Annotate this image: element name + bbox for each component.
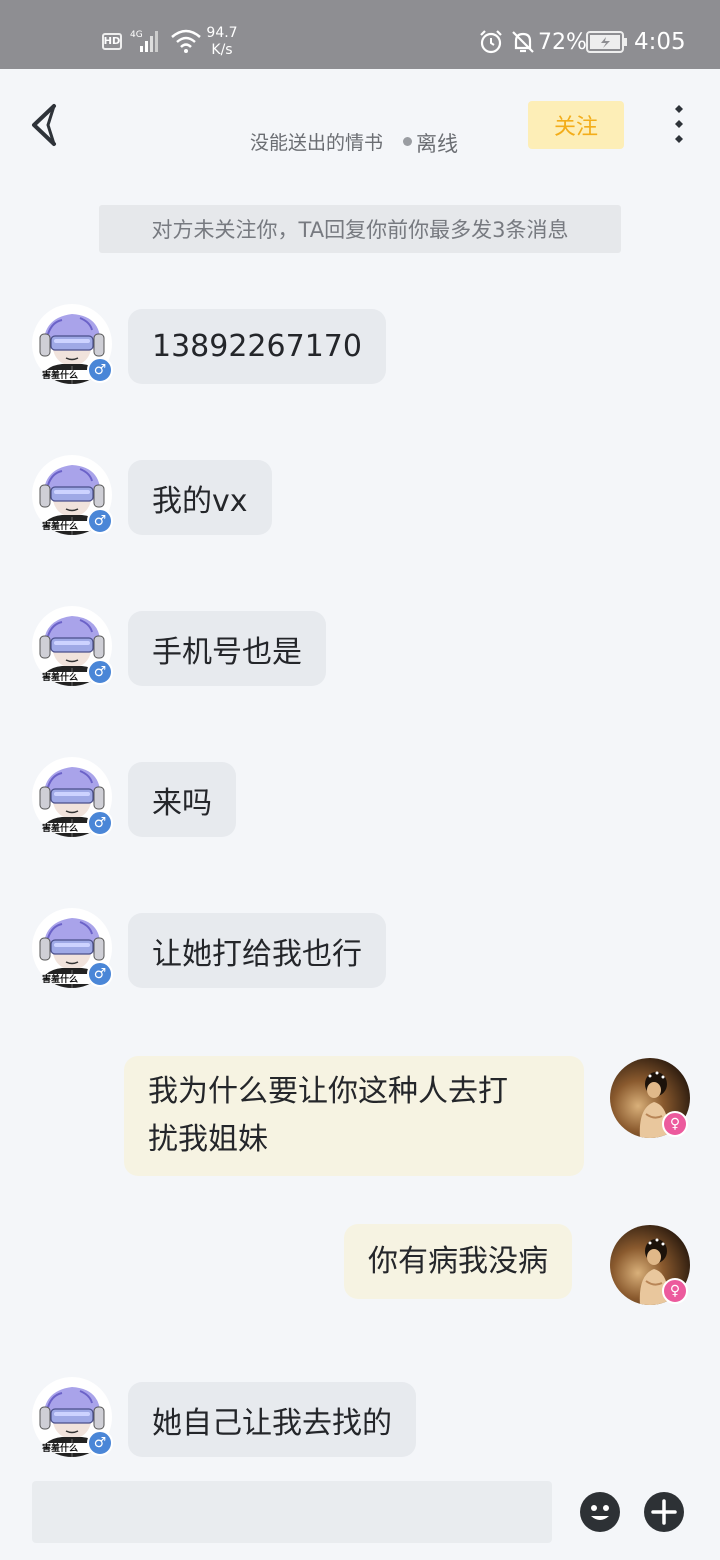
message-bubble-received[interactable]: 她自己让我去找的 (128, 1382, 416, 1457)
sender-avatar[interactable]: 害羞什么 ♂ (32, 757, 113, 837)
svg-text:害羞什么: 害羞什么 (42, 520, 78, 531)
message-bubble-received[interactable]: 让她打给我也行 (128, 913, 386, 988)
message-input[interactable] (32, 1481, 552, 1543)
smiley-icon (591, 1505, 609, 1520)
message-bubble-received[interactable]: 13892267170 (128, 309, 386, 384)
male-icon: ♂ (87, 659, 113, 685)
battery-percent: 72% (538, 29, 587, 55)
speed-value: 94.7 (206, 25, 238, 41)
male-icon: ♂ (87, 357, 113, 383)
sender-avatar[interactable]: 害羞什么 ♂ (32, 455, 113, 535)
wifi-icon (170, 28, 202, 54)
message-line: 扰我姐妹 (148, 1122, 268, 1157)
female-icon: ♀ (662, 1111, 688, 1137)
notifications-muted-icon (510, 28, 536, 56)
sender-avatar[interactable]: 害羞什么 ♂ (32, 1377, 113, 1457)
message-bubble-received[interactable]: 来吗 (128, 762, 236, 837)
battery-icon (586, 31, 628, 53)
speed-unit: K/s (211, 42, 233, 58)
emoji-button[interactable] (580, 1492, 620, 1532)
chevron-left-icon (32, 104, 56, 146)
male-icon: ♂ (87, 1430, 113, 1456)
follow-limit-notice: 对方未关注你，TA回复你前你最多发3条消息 (99, 205, 621, 253)
online-status: 离线 (416, 132, 458, 156)
male-icon: ♂ (87, 508, 113, 534)
my-avatar[interactable]: ♀ (610, 1058, 690, 1138)
svg-text:害羞什么: 害羞什么 (42, 671, 78, 682)
plus-icon (651, 1499, 677, 1525)
more-actions-button[interactable] (644, 1492, 684, 1532)
message-bubble-received[interactable]: 我的vx (128, 460, 272, 535)
svg-text:害羞什么: 害羞什么 (42, 369, 78, 380)
svg-text:害羞什么: 害羞什么 (42, 1442, 78, 1453)
follow-button[interactable]: 关注 (528, 101, 624, 149)
clock: 4:05 (634, 29, 686, 55)
male-icon: ♂ (87, 961, 113, 987)
message-bubble-sent[interactable]: 你有病我没病 (344, 1224, 572, 1299)
vertical-dots-icon (675, 105, 683, 143)
message-bubble-received[interactable]: 手机号也是 (128, 611, 326, 686)
more-options-button[interactable] (662, 100, 696, 150)
network-speed: 94.7 K/s (202, 22, 242, 62)
network-type: 4G (130, 30, 143, 40)
sender-avatar[interactable]: 害羞什么 ♂ (32, 606, 113, 686)
alarm-icon (478, 28, 506, 56)
message-bubble-sent[interactable]: 我为什么要让你这种人去打 扰我姐妹 (124, 1056, 584, 1176)
hd-indicator: HD (102, 33, 122, 50)
female-icon: ♀ (662, 1278, 688, 1304)
offline-dot (403, 137, 412, 146)
cell-signal-icon: 4G (130, 28, 164, 54)
status-bar: HD 4G 94.7 K/s 72% 4:05 (0, 0, 720, 69)
contact-name: 没能送出的情书 (250, 132, 384, 154)
sender-avatar[interactable]: 害羞什么 ♂ (32, 908, 113, 988)
male-icon: ♂ (87, 810, 113, 836)
sender-avatar[interactable]: 害羞什么 ♂ (32, 304, 113, 384)
message-line: 我为什么要让你这种人去打 (148, 1074, 508, 1109)
my-avatar[interactable]: ♀ (610, 1225, 690, 1305)
svg-text:害羞什么: 害羞什么 (42, 973, 78, 984)
svg-text:害羞什么: 害羞什么 (42, 822, 78, 833)
back-button[interactable] (26, 100, 62, 152)
